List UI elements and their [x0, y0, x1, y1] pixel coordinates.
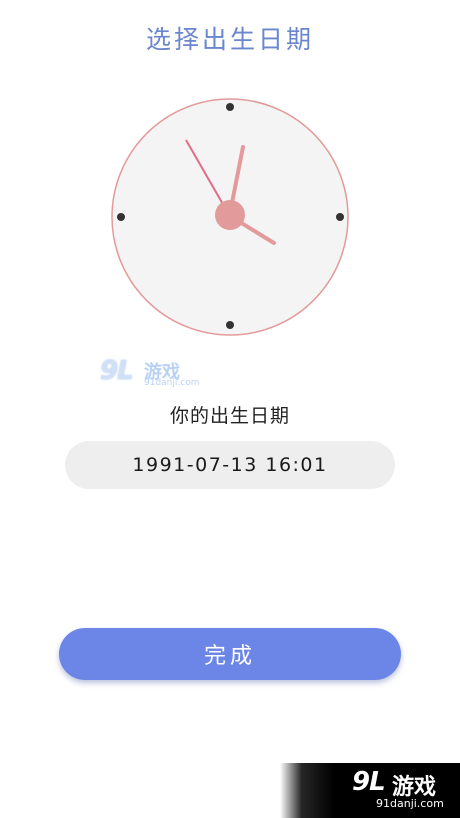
birth-date-label: 你的出生日期 — [169, 405, 290, 427]
done-button[interactable]: 完成 — [59, 628, 401, 680]
hour-marker-6 — [226, 321, 234, 329]
corner-logo-mark: 9L — [352, 767, 386, 797]
birth-date-field[interactable]: 1991-07-13 16:01 — [65, 441, 395, 489]
birth-date-value: 1991-07-13 16:01 — [132, 454, 328, 476]
page-title: 选择出生日期 — [145, 25, 314, 54]
watermark-logo-mark: 9L — [100, 356, 134, 386]
corner-logo-url: 91danji.com — [376, 797, 444, 810]
corner-watermark: 9L 游戏 91danji.com — [280, 763, 460, 818]
watermark-logo: 9L 游戏 91danji.com — [100, 356, 200, 390]
clock-widget[interactable] — [108, 95, 352, 339]
clock-face — [111, 98, 349, 336]
watermark-logo-url: 91danji.com — [144, 378, 200, 388]
hour-marker-12 — [226, 103, 234, 111]
hour-marker-3 — [336, 213, 344, 221]
clock-center-knob — [215, 200, 245, 230]
hour-marker-9 — [117, 213, 125, 221]
